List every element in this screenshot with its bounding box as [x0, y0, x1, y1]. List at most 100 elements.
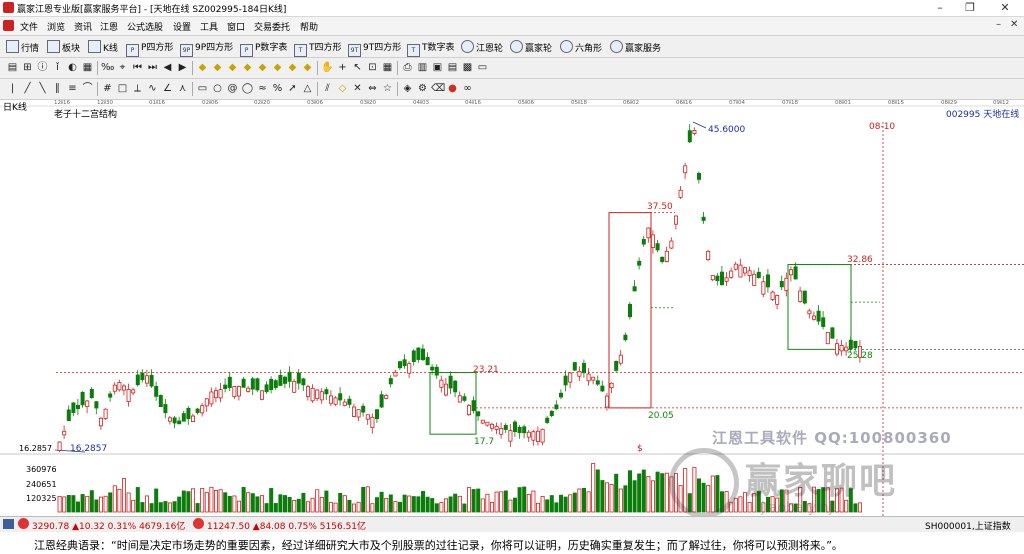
diamond-4-icon[interactable]: ◆ [241, 61, 254, 74]
menu-info[interactable]: 资讯 [74, 20, 92, 33]
menu-gann[interactable]: 江恩 [100, 20, 118, 33]
diamond-tool-icon[interactable]: ◇ [336, 82, 349, 95]
candle-body [453, 380, 458, 393]
fib-tool-icon[interactable]: ≡ [66, 82, 79, 95]
grid-tool-icon[interactable]: # [101, 82, 114, 95]
diamond-3-icon[interactable]: ◆ [226, 61, 239, 74]
time-tool-icon[interactable]: ⟂ [131, 82, 144, 95]
calendar-icon[interactable]: ▦ [381, 61, 394, 74]
play-end-icon[interactable]: ⏭ [146, 61, 159, 74]
diamond-1-icon[interactable]: ◆ [196, 61, 209, 74]
hand-icon[interactable]: ✋ [321, 61, 334, 74]
tb-kline-button[interactable]: K线 [88, 40, 118, 54]
spiral-tool-icon[interactable]: @ [226, 82, 239, 95]
cursor-icon[interactable]: ↖ [351, 61, 364, 74]
tb-p-square-button[interactable]: P P四方形 [126, 40, 173, 57]
ratio-icon[interactable]: ‰ [101, 61, 114, 74]
diamond-6-icon[interactable]: ◆ [271, 61, 284, 74]
infinity-icon[interactable]: ∞ [461, 82, 474, 95]
tb-hexagon-button[interactable]: 六角形 [560, 40, 602, 54]
tb-service-button[interactable]: 赢家服务 [610, 40, 661, 54]
wave-tool-icon[interactable]: ≈ [256, 82, 269, 95]
window-icon[interactable]: ▭ [476, 61, 489, 74]
menu-file[interactable]: 文件 [20, 20, 38, 33]
sh-index-status[interactable]: 3290.78 ▲10.32 0.31% 4679.16亿 [32, 519, 185, 532]
restore-button[interactable]: ❐ [955, 0, 985, 16]
menu-tools[interactable]: 工具 [200, 20, 218, 33]
tb-9p-square-button[interactable]: 9P 9P四方形 [180, 40, 233, 57]
diamond-5-icon[interactable]: ◆ [256, 61, 269, 74]
kline-chart-area[interactable]: 12-16 12-30 01-16 02-06 02-20 03-06 03-20 04-03… [0, 100, 1024, 516]
minimize-button[interactable]: – [925, 0, 955, 16]
diamond-7-icon[interactable]: ◆ [286, 61, 299, 74]
gear-tool-icon[interactable]: ⚙ [416, 82, 429, 95]
circle-tool-icon[interactable]: ○ [211, 82, 224, 95]
arrow-tool-icon[interactable]: ➚ [286, 82, 299, 95]
menu-trade[interactable]: 交易委托 [254, 20, 290, 33]
menu-settings[interactable]: 设置 [173, 20, 191, 33]
cycle-tool-icon[interactable]: ∿ [146, 82, 159, 95]
book-icon[interactable]: ▤ [446, 61, 459, 74]
x-tool-icon[interactable]: ✕ [351, 82, 364, 95]
angle-tool-icon[interactable]: ∠ [161, 82, 174, 95]
diamond-8-icon[interactable]: ◆ [301, 61, 314, 74]
text-tool-icon[interactable]: | [6, 82, 19, 95]
zoom-icon[interactable]: ⊞ [21, 61, 34, 74]
tb-9t-square-button[interactable]: 9T 9T四方形 [348, 40, 401, 57]
tb-quotes-button[interactable]: 行情 [6, 40, 39, 54]
tb-t-square-button[interactable]: T T四方形 [294, 40, 342, 57]
square-tool-icon[interactable]: □ [116, 82, 129, 95]
menu-formula[interactable]: 公式选股 [127, 20, 163, 33]
info-icon[interactable]: ⓘ [36, 61, 49, 74]
measure-tool-icon[interactable]: ⇔ [366, 82, 379, 95]
tb-gann-wheel-button[interactable]: 江恩轮 [461, 40, 503, 54]
pin-icon[interactable]: ǐ [51, 61, 64, 74]
delete-tool-icon[interactable]: ⌫ [431, 82, 445, 95]
channel-tool-icon[interactable]: ⫽ [321, 82, 334, 95]
color-icon[interactable]: ◐ [66, 61, 79, 74]
tb-p-number-button[interactable]: P P数字表 [240, 40, 287, 57]
tb-winner-wheel-button[interactable]: 赢家轮 [510, 40, 552, 54]
menu-browse[interactable]: 浏览 [47, 20, 65, 33]
date-tick-label: 12-30 [97, 100, 113, 106]
play-right-icon[interactable]: ▶ [176, 61, 189, 74]
system-menu-icon[interactable] [3, 20, 14, 31]
play-left-icon[interactable]: ◀ [161, 61, 174, 74]
star-tool-icon[interactable]: ☆ [381, 82, 394, 95]
plus-icon[interactable]: + [336, 61, 349, 74]
number-icon[interactable]: ▦ [81, 61, 94, 74]
child-minimize-button[interactable]: – [996, 19, 1001, 30]
chart-type-icon[interactable]: ▤ [6, 61, 19, 74]
menu-help[interactable]: 帮助 [300, 20, 318, 33]
ellipse-tool-icon[interactable]: ◯ [241, 82, 254, 95]
percent-tool-icon[interactable]: % [271, 82, 284, 95]
close-button[interactable]: ✕ [990, 0, 1020, 16]
tb-sector-button[interactable]: 板块 [47, 40, 80, 54]
sz-index-status[interactable]: 11247.50 ▲84.08 0.75% 5156.51亿 [207, 519, 366, 532]
print-icon[interactable]: ⎙ [401, 61, 414, 74]
candle-body [729, 270, 734, 278]
save-icon[interactable]: ▣ [431, 61, 444, 74]
menu-window[interactable]: 窗口 [227, 20, 245, 33]
line-tool-icon[interactable]: ╱ [21, 82, 34, 95]
box-tool-icon[interactable]: ▭ [196, 82, 209, 95]
cross-icon[interactable]: ⌖ [116, 61, 129, 74]
play-start-icon[interactable]: ⏮ [131, 61, 144, 74]
index-name-status[interactable]: SH000001,上证指数 [925, 519, 1011, 532]
kline-chart[interactable]: 12-16 12-30 01-16 02-06 02-20 03-06 03-20 04-03… [0, 100, 1024, 516]
parallel-tool-icon[interactable]: ∥ [51, 82, 64, 95]
child-close-button[interactable]: ✕ [1010, 19, 1018, 30]
grid-status-icon[interactable] [3, 519, 14, 529]
triangle-tool-icon[interactable]: △ [301, 82, 314, 95]
diamond-2-icon[interactable]: ◆ [211, 61, 224, 74]
tb-t-number-button[interactable]: T T数字表 [407, 40, 455, 57]
ray-tool-icon[interactable]: ╲ [36, 82, 49, 95]
grid-icon[interactable]: ▥ [416, 61, 429, 74]
color-wheel-icon[interactable]: ● [446, 82, 459, 95]
copy-icon[interactable]: ▩ [461, 61, 474, 74]
fan-tool-icon[interactable]: ⋏ [176, 82, 189, 95]
arc-tool-icon[interactable]: ⌒ [81, 82, 94, 95]
gann-tool-icon[interactable]: ◈ [401, 82, 414, 95]
candle-body [163, 404, 168, 414]
tag-icon[interactable]: ⊡ [366, 61, 379, 74]
